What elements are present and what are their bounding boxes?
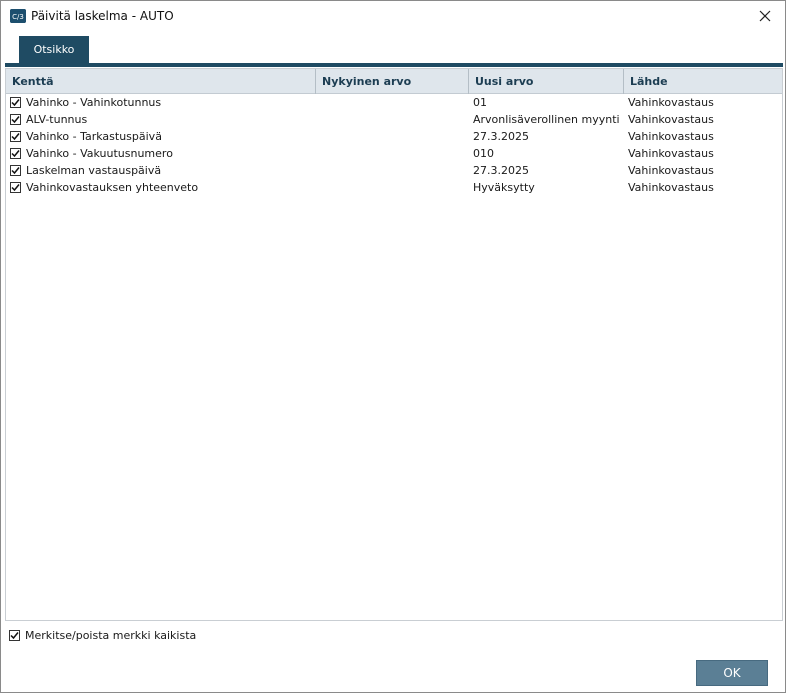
column-header-nykyinen-arvo[interactable]: Nykyinen arvo <box>316 69 469 94</box>
field-cell: Vahinko - Vakuutusnumero <box>6 145 316 162</box>
checkmark-icon <box>11 184 20 192</box>
field-cell: Laskelman vastauspäivä <box>6 162 316 179</box>
checkmark-icon <box>11 150 20 158</box>
checkmark-icon <box>11 99 20 107</box>
fields-table: Kenttä Nykyinen arvo Uusi arvo Lähde Vah… <box>5 68 783 621</box>
column-header-uusi-arvo[interactable]: Uusi arvo <box>469 69 624 94</box>
field-name: Vahinkovastauksen yhteenveto <box>26 181 199 194</box>
source-value: Vahinkovastaus <box>628 113 714 126</box>
row-checkbox[interactable] <box>10 131 21 142</box>
new-value: 27.3.2025 <box>473 164 529 177</box>
new-value: 010 <box>473 147 494 160</box>
table-row[interactable]: Vahinkovastauksen yhteenveto Hyväksytty … <box>6 179 782 196</box>
current-value <box>316 94 469 111</box>
tab-strip-divider <box>5 63 783 67</box>
source-value: Vahinkovastaus <box>628 181 714 194</box>
dialog-window: C/3 Päivitä laskelma - AUTO Otsikko Kent… <box>0 0 786 693</box>
checkmark-icon <box>11 133 20 141</box>
current-value <box>316 162 469 179</box>
new-value: Hyväksytty <box>473 181 535 194</box>
source-value: Vahinkovastaus <box>628 164 714 177</box>
checkmark-icon <box>10 632 19 640</box>
field-cell: Vahinkovastauksen yhteenveto <box>6 179 316 196</box>
row-checkbox[interactable] <box>10 114 21 125</box>
field-name: Vahinko - Vahinkotunnus <box>26 96 162 109</box>
table-body: Vahinko - Vahinkotunnus 01 Vahinkovastau… <box>6 94 782 196</box>
table-row[interactable]: Vahinko - Vahinkotunnus 01 Vahinkovastau… <box>6 94 782 111</box>
svg-text:C/3: C/3 <box>12 13 24 21</box>
checkmark-icon <box>11 116 20 124</box>
row-checkbox[interactable] <box>10 182 21 193</box>
table-row[interactable]: Vahinko - Tarkastuspäivä 27.3.2025 Vahin… <box>6 128 782 145</box>
current-value <box>316 179 469 196</box>
tab-otsikko[interactable]: Otsikko <box>19 36 89 63</box>
table-row[interactable]: ALV-tunnus Arvonlisäverollinen myynti Va… <box>6 111 782 128</box>
field-cell: ALV-tunnus <box>6 111 316 128</box>
field-name: Vahinko - Vakuutusnumero <box>26 147 173 160</box>
source-value: Vahinkovastaus <box>628 96 714 109</box>
table-row[interactable]: Vahinko - Vakuutusnumero 010 Vahinkovast… <box>6 145 782 162</box>
checkmark-icon <box>11 167 20 175</box>
field-cell: Vahinko - Vahinkotunnus <box>6 94 316 111</box>
new-value: 01 <box>473 96 487 109</box>
column-header-kentta[interactable]: Kenttä <box>6 69 316 94</box>
select-all-label: Merkitse/poista merkki kaikista <box>25 629 197 642</box>
app-logo-icon: C/3 <box>10 9 26 23</box>
current-value <box>316 145 469 162</box>
current-value <box>316 128 469 145</box>
title-bar: C/3 Päivitä laskelma - AUTO <box>1 1 785 31</box>
column-header-lahde[interactable]: Lähde <box>624 69 780 94</box>
new-value: Arvonlisäverollinen myynti <box>473 113 620 126</box>
close-button[interactable] <box>745 1 785 31</box>
select-all-checkbox[interactable] <box>9 630 20 641</box>
new-value: 27.3.2025 <box>473 130 529 143</box>
current-value <box>316 111 469 128</box>
table-row[interactable]: Laskelman vastauspäivä 27.3.2025 Vahinko… <box>6 162 782 179</box>
source-value: Vahinkovastaus <box>628 147 714 160</box>
row-checkbox[interactable] <box>10 165 21 176</box>
ok-button[interactable]: OK <box>696 660 768 686</box>
source-value: Vahinkovastaus <box>628 130 714 143</box>
close-icon <box>759 10 771 22</box>
row-checkbox[interactable] <box>10 97 21 108</box>
table-header: Kenttä Nykyinen arvo Uusi arvo Lähde <box>6 69 782 94</box>
field-name: Vahinko - Tarkastuspäivä <box>26 130 162 143</box>
field-cell: Vahinko - Tarkastuspäivä <box>6 128 316 145</box>
row-checkbox[interactable] <box>10 148 21 159</box>
field-name: ALV-tunnus <box>26 113 88 126</box>
select-all-toggle[interactable]: Merkitse/poista merkki kaikista <box>9 629 196 642</box>
window-title: Päivitä laskelma - AUTO <box>31 9 174 23</box>
field-name: Laskelman vastauspäivä <box>26 164 162 177</box>
